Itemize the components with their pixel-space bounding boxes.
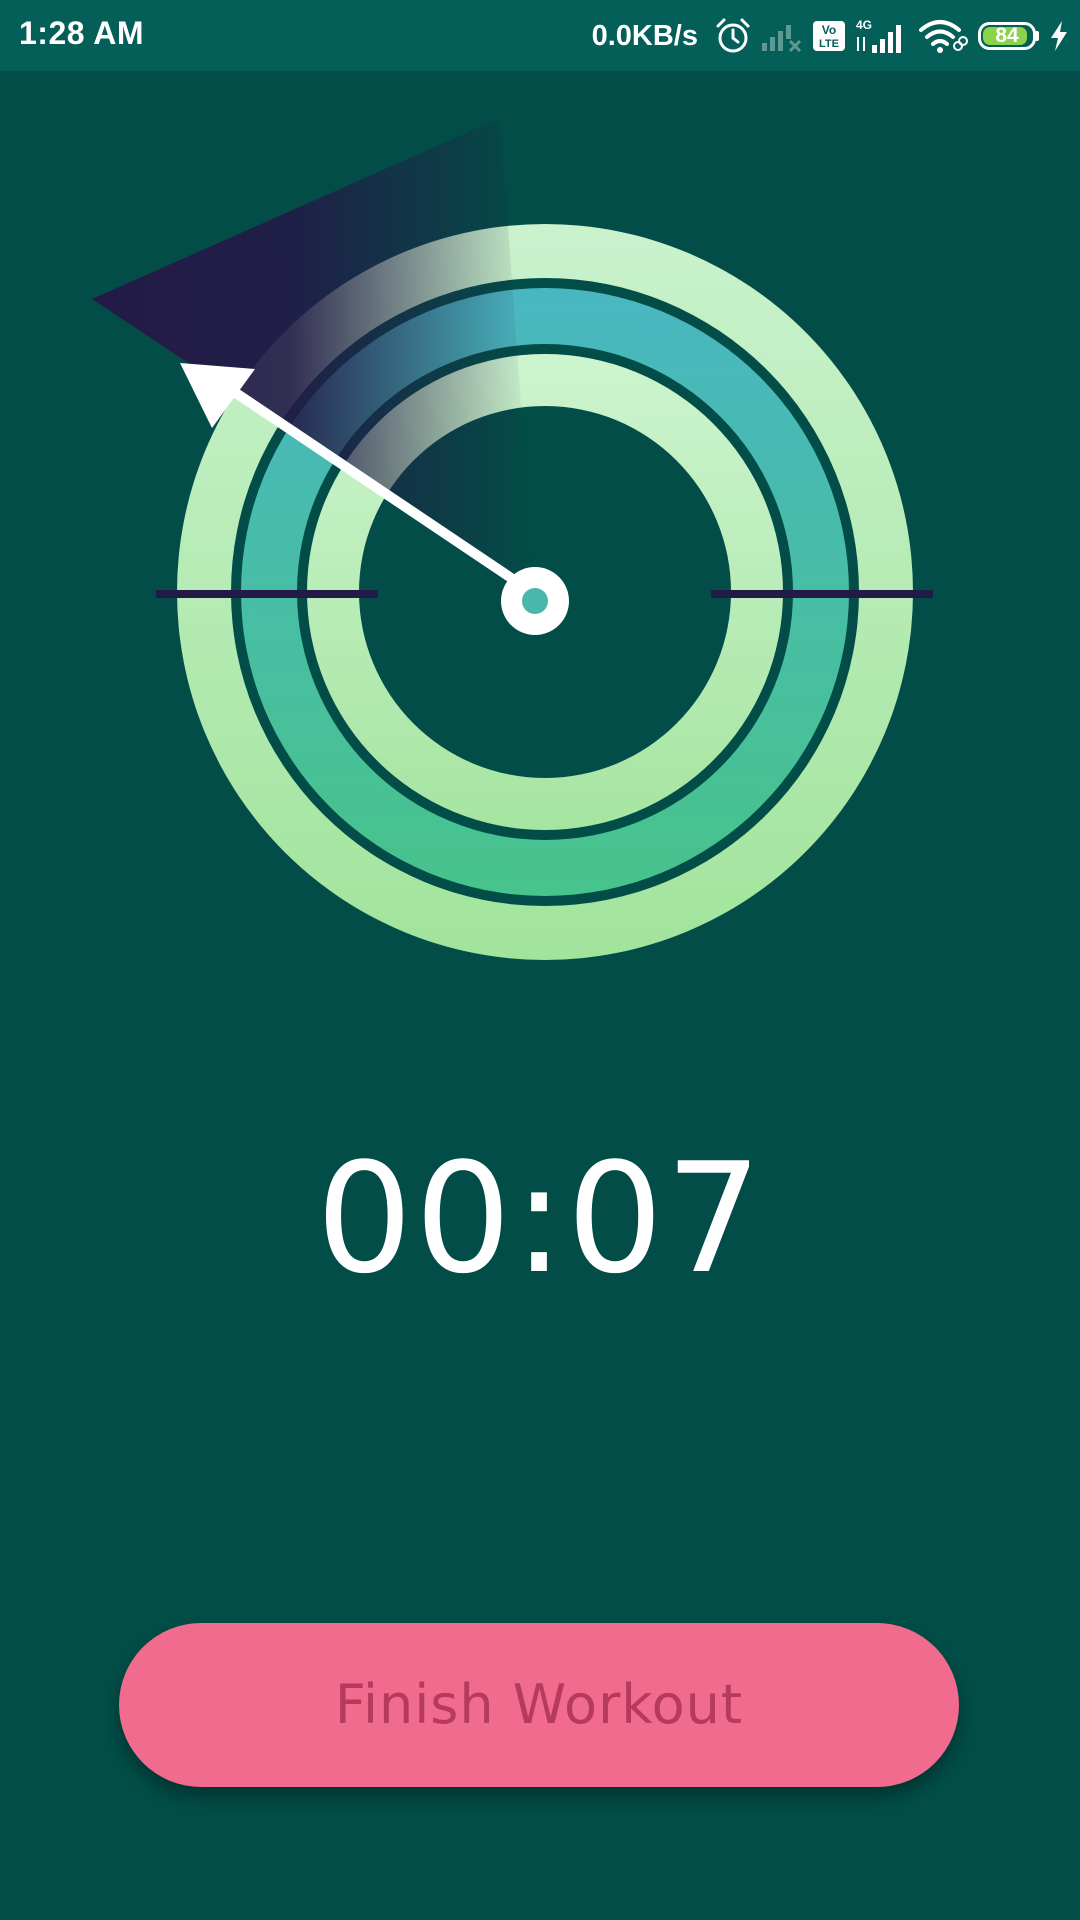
- battery-level: 84: [995, 24, 1019, 47]
- left-tick: [156, 590, 378, 598]
- svg-text:LTE: LTE: [819, 38, 839, 50]
- elapsed-timer: 00:07: [315, 1130, 765, 1307]
- charging-icon: [1048, 19, 1070, 53]
- finish-workout-button[interactable]: Finish Workout: [119, 1623, 959, 1787]
- svg-text:4G: 4G: [856, 18, 872, 32]
- right-tick: [711, 590, 933, 598]
- status-time: 1:28 AM: [19, 15, 145, 51]
- status-icons: 0.0KB/s Vo LTE 4G 84: [592, 10, 1070, 62]
- workout-dial: [92, 118, 933, 960]
- svg-text:Vo: Vo: [822, 23, 836, 37]
- wifi-icon: [918, 18, 968, 54]
- status-bar: 1:28 AM 0.0KB/s Vo LTE 4G 84: [0, 0, 1080, 71]
- signal-no-service-icon: [760, 19, 804, 53]
- network-speed: 0.0KB/s: [591, 19, 698, 52]
- signal-4g-icon: 4G: [854, 17, 910, 55]
- alarm-icon: [714, 17, 752, 55]
- volte-icon: Vo LTE: [812, 20, 846, 52]
- battery-icon: 84: [978, 22, 1040, 50]
